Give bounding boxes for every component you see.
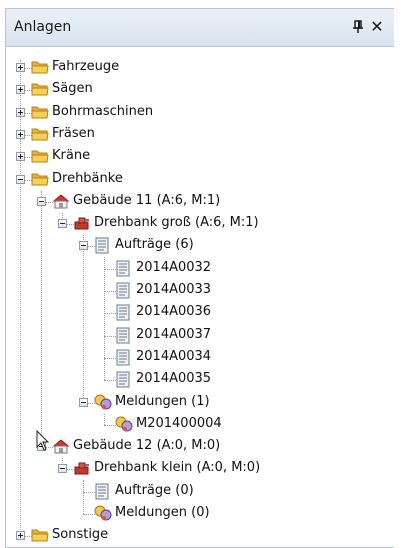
tree-node-label[interactable]: 2014A0035 xyxy=(136,371,211,386)
expand-toggle-icon[interactable] xyxy=(16,152,25,162)
folder-icon xyxy=(31,527,49,547)
tree-node-label[interactable]: 2014A0032 xyxy=(136,260,211,275)
document-icon xyxy=(115,327,131,348)
collapse-toggle-icon[interactable] xyxy=(79,397,88,407)
folder-icon xyxy=(31,104,49,124)
folder-icon xyxy=(31,81,49,101)
document-icon xyxy=(115,371,131,392)
tree-node-label[interactable]: Bohrmaschinen xyxy=(52,104,153,119)
collapse-toggle-icon[interactable] xyxy=(58,464,67,474)
tree-node-label[interactable]: 2014A0033 xyxy=(136,282,211,297)
message-icon xyxy=(94,505,112,525)
building-icon xyxy=(52,193,70,213)
tree-node[interactable]: Aufträge (6) xyxy=(6,235,394,257)
tree-node[interactable]: Sägen xyxy=(6,79,394,101)
tree-node[interactable]: Gebäude 11 (A:6, M:1) xyxy=(6,191,394,213)
tree-node-label[interactable]: 2014A0036 xyxy=(136,304,211,319)
tree-node-label[interactable]: Fahrzeuge xyxy=(52,59,119,74)
tree-node[interactable]: Gebäude 12 (A:0, M:0) xyxy=(6,436,394,458)
tree-node-label[interactable]: Gebäude 12 (A:0, M:0) xyxy=(73,438,220,453)
document-icon xyxy=(115,282,131,303)
tree-node-label[interactable]: Fräsen xyxy=(52,126,95,141)
folder-icon xyxy=(31,59,49,79)
document-icon xyxy=(115,304,131,325)
expand-toggle-icon[interactable] xyxy=(16,531,25,541)
tree-node-label[interactable]: Sonstige xyxy=(52,527,108,542)
document-icon xyxy=(94,483,110,504)
tree-node[interactable]: Drehbank klein (A:0, M:0) xyxy=(6,458,394,480)
machine-icon xyxy=(73,215,91,235)
asset-tree: Fahrzeuge Sägen Bohrmaschinen Fräsen Krä… xyxy=(6,9,394,547)
folder-icon xyxy=(31,126,49,146)
tree-node[interactable]: 2014A0033 xyxy=(6,280,394,302)
tree-node[interactable]: Drehbank groß (A:6, M:1) xyxy=(6,213,394,235)
tree-node[interactable]: Fahrzeuge xyxy=(6,57,394,79)
document-icon xyxy=(94,237,110,258)
tree-node[interactable]: Aufträge (0) xyxy=(6,481,394,503)
tree-node[interactable]: M201400004 xyxy=(6,414,394,436)
tree-node[interactable]: Meldungen (0) xyxy=(6,503,394,525)
expand-toggle-icon[interactable] xyxy=(16,85,25,95)
folder-icon xyxy=(31,171,49,191)
machine-icon xyxy=(73,460,91,480)
tree-node[interactable]: Bohrmaschinen xyxy=(6,102,394,124)
tree-node[interactable]: Fräsen xyxy=(6,124,394,146)
collapse-toggle-icon[interactable] xyxy=(58,219,67,229)
collapse-toggle-icon[interactable] xyxy=(37,196,46,206)
building-icon xyxy=(52,438,70,458)
tree-node-label[interactable]: Meldungen (1) xyxy=(115,394,210,409)
tree-node[interactable]: Meldungen (1) xyxy=(6,392,394,414)
tree-node-label[interactable]: Aufträge (0) xyxy=(115,483,194,498)
tree-node[interactable]: Drehbänke xyxy=(6,169,394,191)
message-icon xyxy=(115,416,133,436)
tree-node-label[interactable]: Meldungen (0) xyxy=(115,505,210,520)
tree-node-label[interactable]: Drehbänke xyxy=(52,171,123,186)
tree-node[interactable]: Sonstige xyxy=(6,525,394,547)
tree-node-label[interactable]: M201400004 xyxy=(136,416,222,431)
tree-node-label[interactable]: 2014A0037 xyxy=(136,327,211,342)
message-icon xyxy=(94,394,112,414)
tree-node-label[interactable]: 2014A0034 xyxy=(136,349,211,364)
document-icon xyxy=(115,260,131,281)
tree-node-label[interactable]: Gebäude 11 (A:6, M:1) xyxy=(73,193,220,208)
tree-node[interactable]: 2014A0036 xyxy=(6,302,394,324)
tree-node[interactable]: 2014A0035 xyxy=(6,369,394,391)
expand-toggle-icon[interactable] xyxy=(16,107,25,117)
tree-node[interactable]: 2014A0037 xyxy=(6,325,394,347)
tree-node-label[interactable]: Drehbank klein (A:0, M:0) xyxy=(94,460,260,475)
expand-toggle-icon[interactable] xyxy=(16,63,25,72)
expand-toggle-icon[interactable] xyxy=(16,129,25,139)
folder-icon xyxy=(31,148,49,168)
mouse-pointer-icon xyxy=(36,429,50,456)
tree-node[interactable]: 2014A0034 xyxy=(6,347,394,369)
tree-node-label[interactable]: Drehbank groß (A:6, M:1) xyxy=(94,215,259,230)
collapse-toggle-icon[interactable] xyxy=(79,241,88,251)
document-icon xyxy=(115,349,131,370)
tree-node-label[interactable]: Sägen xyxy=(52,81,93,96)
tree-node[interactable]: 2014A0032 xyxy=(6,258,394,280)
tree-node-label[interactable]: Kräne xyxy=(52,148,90,163)
collapse-toggle-icon[interactable] xyxy=(16,174,25,184)
tree-node-label[interactable]: Aufträge (6) xyxy=(115,237,194,252)
anlagen-panel: Anlagen ✕ Fahrzeuge Sägen Bohrmaschinen … xyxy=(5,8,394,548)
tree-node[interactable]: Kräne xyxy=(6,146,394,168)
